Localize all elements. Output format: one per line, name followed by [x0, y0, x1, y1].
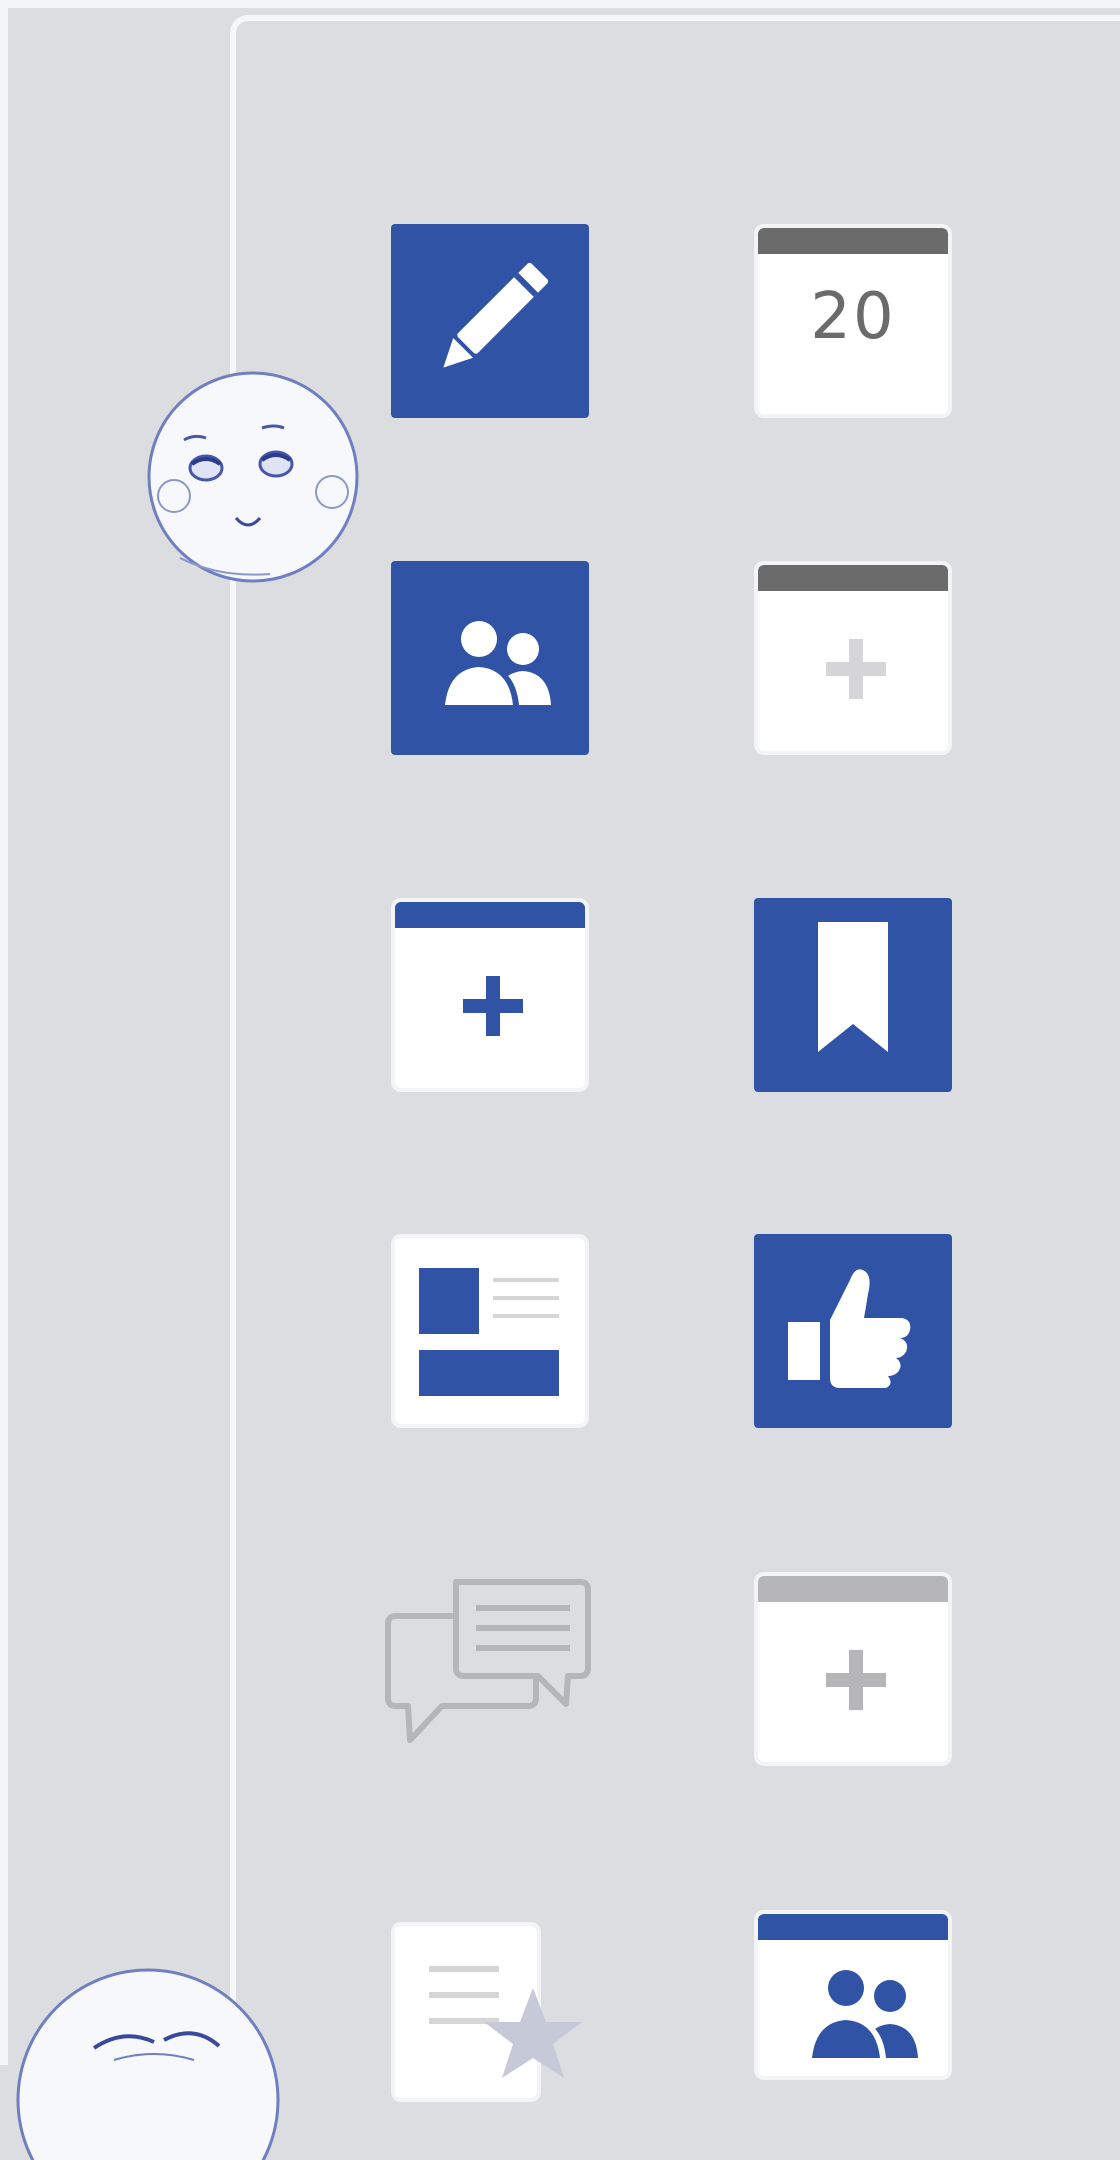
sad-face-icon[interactable] [4, 1960, 284, 2160]
chat-bubbles-icon [385, 1579, 591, 1743]
happy-face-icon[interactable] [144, 368, 362, 586]
pencil-icon [443, 262, 549, 368]
tile-thumbs-up[interactable] [754, 1234, 952, 1428]
calendar-add-icon [826, 639, 886, 699]
bookmark-icon [818, 922, 888, 1052]
tile-calendar-date[interactable]: 20 [754, 224, 952, 418]
timeline-panel [230, 15, 1120, 2085]
calendar-date-number: 20 [810, 280, 896, 354]
tile-calendar-add-gray[interactable] [754, 1572, 952, 1766]
calendar-add-icon [826, 1650, 886, 1710]
tile-bookmark[interactable] [754, 898, 952, 1092]
thumbs-up-icon [788, 1269, 911, 1388]
friends-icon [806, 1966, 918, 2058]
tile-pencil[interactable] [391, 224, 589, 418]
tile-friends[interactable] [391, 561, 589, 755]
tile-chat-bubbles[interactable] [380, 1572, 600, 1772]
friends-icon [439, 617, 551, 705]
left-border [0, 0, 8, 2065]
top-border [0, 0, 1120, 8]
calendar-add-icon [463, 976, 523, 1036]
tile-calendar-add-disabled[interactable] [754, 561, 952, 755]
tile-friends-group[interactable] [754, 1910, 952, 2080]
profile-card-icon [419, 1268, 559, 1396]
tile-profile-card[interactable] [391, 1234, 589, 1428]
tile-calendar-add[interactable] [391, 898, 589, 1092]
